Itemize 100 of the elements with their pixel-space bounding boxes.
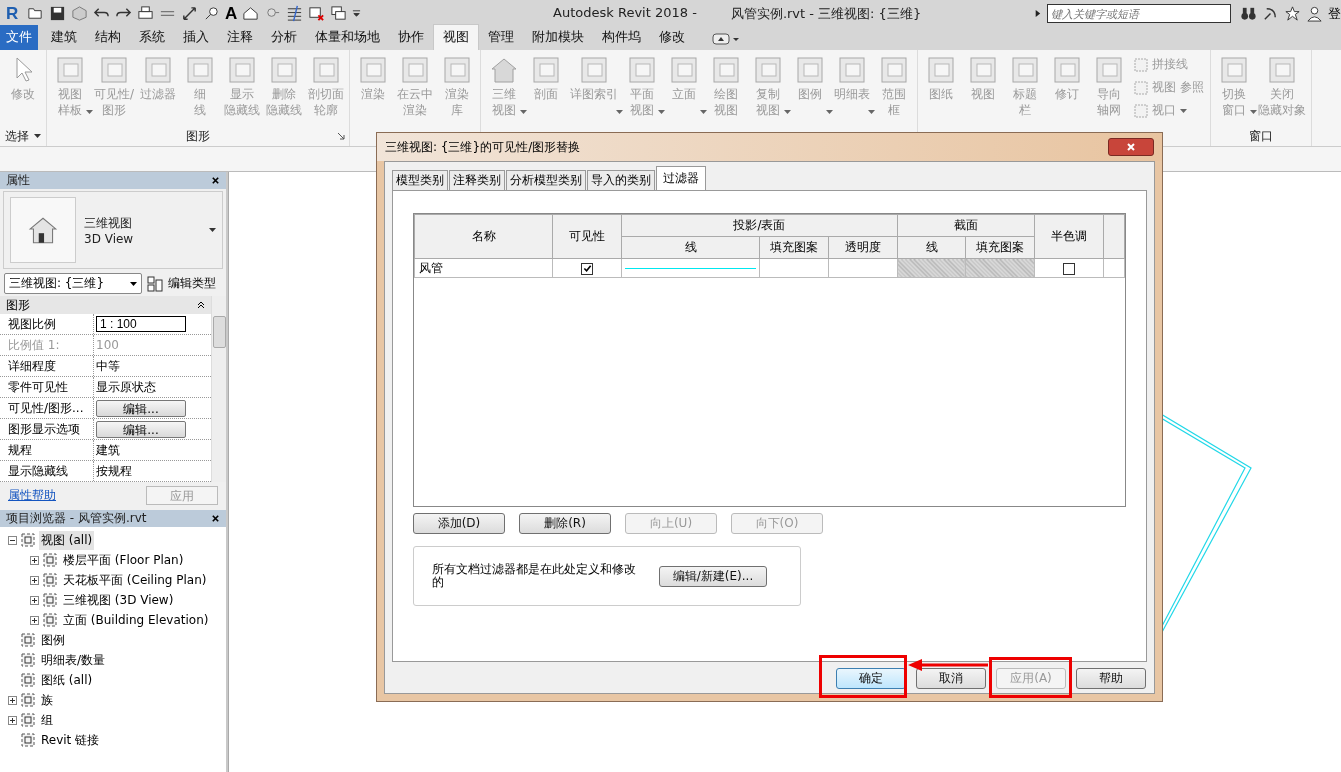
property-edit-button[interactable]: 编辑... [96,399,186,417]
close-windows-icon[interactable] [308,5,326,22]
folder-view-icon [20,732,36,748]
close-icon[interactable] [211,176,220,185]
tree-item[interactable]: 三维视图 (3D View) [61,590,176,610]
help-link[interactable]: 属性帮助 [8,486,56,504]
property-label: 视图比例 [0,314,94,334]
property-label: 详细程度 [0,356,94,376]
ribbon-tab[interactable]: 体量和场地 [306,25,389,50]
sign-in-link[interactable]: 登 [1328,4,1341,23]
ribbon-tab[interactable]: 建筑 [42,25,86,50]
collapse-icon[interactable] [8,535,17,545]
customize-caret-icon[interactable] [352,9,362,18]
instance-dropdown[interactable]: 三维视图: {三维} [4,273,142,294]
ribbon-tab[interactable]: 管理 [479,25,523,50]
ribbon-tab[interactable]: 分析 [262,25,306,50]
dialog-button[interactable]: 帮助 [1076,668,1146,689]
close-button[interactable] [1108,138,1154,156]
tag-icon[interactable] [203,5,220,22]
tree-item[interactable]: 天花板平面 (Ceiling Plan) [61,570,209,590]
caret-icon[interactable] [209,228,216,232]
edit-type-link[interactable]: 编辑类型 [168,275,216,292]
expand-icon[interactable] [8,695,17,705]
dialog-title: 三维视图: {三维}的可见性/图形替换 [385,138,581,156]
dialog-button[interactable]: 添加(D) [413,513,505,534]
tree-item[interactable]: 图例 [39,630,67,650]
caret-icon [1180,108,1188,113]
print-icon[interactable] [137,5,154,22]
folder-view-icon [20,712,36,728]
app-title: Autodesk Revit 2018 - [553,4,697,22]
house-icon[interactable] [242,5,260,22]
expand-icon[interactable] [30,575,39,585]
ribbon-tab[interactable]: 构件坞 [593,25,650,50]
dialog-tab[interactable]: 分析模型类别 [506,170,586,190]
ribbon-tab[interactable]: 视图 [433,24,479,50]
ribbon-tab[interactable]: 插入 [174,25,218,50]
text-tool[interactable]: A [225,3,238,24]
tree-item[interactable]: Revit 链接 [39,730,102,750]
ribbon-tab[interactable]: 协作 [389,25,433,50]
folder-view-icon [42,612,58,628]
save-icon[interactable] [49,5,66,22]
folder-view-icon [20,652,36,668]
folder-view-icon [20,632,36,648]
ribbon-tab[interactable]: 注释 [218,25,262,50]
view-frame-icon [1134,80,1149,95]
app-logo[interactable]: R [6,3,22,24]
expand-icon[interactable] [8,715,17,725]
column-header: 投影/表面 [621,214,898,237]
expand-arrow-icon[interactable] [1033,9,1042,18]
tree-item[interactable]: 立面 (Building Elevation) [61,610,211,630]
property-edit-button[interactable]: 编辑... [96,420,186,438]
ribbon-tab[interactable]: 系统 [130,25,174,50]
ribbon-tab[interactable]: 结构 [86,25,130,50]
panel-title: 项目浏览器 - 风管实例.rvt [6,510,147,527]
expand-icon[interactable] [30,595,39,605]
thin-lines-icon[interactable] [286,5,304,22]
tree-item[interactable]: 视图 (all) [39,530,95,550]
edit-new-button[interactable]: 编辑/新建(E)... [659,565,767,587]
ribbon-tab[interactable]: 修改 [650,25,694,50]
property-label: 规程 [0,440,94,460]
dialog-tab[interactable]: 导入的类别 [587,170,655,190]
open-folder-icon[interactable] [27,5,44,22]
edit-type-icon[interactable] [147,275,163,292]
dialog-tab[interactable]: 过滤器 [656,166,706,190]
cube-icon[interactable] [71,5,88,22]
property-value: 按规程 [96,462,132,480]
property-field[interactable]: 1 : 100 [96,316,186,332]
file-menu-tab[interactable]: 文件 [0,25,38,50]
tree-item[interactable]: 楼层平面 (Floor Plan) [61,550,186,570]
dialog-button[interactable]: 删除(R) [519,513,611,534]
user-icon[interactable] [1306,5,1323,22]
type-name: 三维视图 [84,214,133,232]
caret-icon[interactable] [34,134,41,138]
tree-item[interactable]: 明细表/数量 [39,650,108,670]
close-icon[interactable] [211,514,220,523]
dialog-tab[interactable]: 注释类别 [449,170,505,190]
binoculars-icon[interactable] [1240,5,1257,22]
tree-item[interactable]: 图纸 (all) [39,670,95,690]
dialog-tab[interactable]: 模型类别 [392,170,448,190]
dialog-button[interactable]: 取消 [916,668,986,689]
column-header: 线 [621,236,760,259]
panel-title: 属性 [6,172,30,189]
dialog-launcher-icon[interactable] [337,132,346,140]
dimension-icon[interactable] [181,5,198,22]
caret-icon [616,110,624,114]
caret-icon [826,110,834,114]
collapse-icon[interactable] [197,301,205,309]
tree-item[interactable]: 族 [39,690,55,710]
expand-icon[interactable] [30,615,39,625]
type-name: 3D View [84,231,135,246]
dialog-button[interactable]: 确定 [836,668,906,689]
tree-item[interactable]: 组 [39,710,55,730]
search-field[interactable]: 键入关键字或短语 [1047,4,1231,23]
checkbox[interactable] [581,262,594,275]
switch-windows-icon[interactable] [330,5,348,22]
checkbox[interactable] [1063,262,1076,275]
star-icon[interactable] [1284,5,1301,22]
ribbon-tab[interactable]: 附加模块 [523,25,593,50]
expand-icon[interactable] [30,555,39,565]
minimize-ribbon-icon[interactable] [712,33,740,45]
